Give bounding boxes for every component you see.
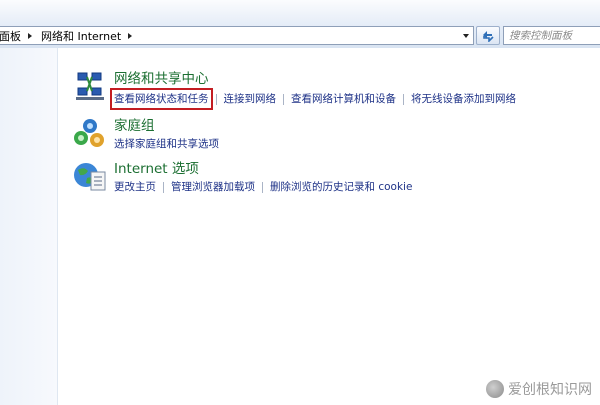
category-title-network-sharing-center[interactable]: 网络和共享中心 bbox=[114, 70, 209, 88]
link-divider bbox=[262, 181, 263, 193]
link-divider bbox=[163, 181, 164, 193]
link-divider bbox=[215, 93, 217, 105]
breadcrumb-network-internet[interactable]: 网络和 Internet bbox=[41, 28, 121, 44]
left-pane bbox=[0, 48, 58, 405]
link-add-wireless-device[interactable]: 将无线设备添加到网络 bbox=[411, 92, 516, 106]
breadcrumb-separator-icon[interactable] bbox=[128, 32, 133, 39]
link-divider bbox=[403, 93, 404, 105]
link-homegroup-sharing-options[interactable]: 选择家庭组和共享选项 bbox=[114, 137, 219, 151]
search-input[interactable]: 搜索控制面板 bbox=[503, 26, 600, 45]
homegroup-icon[interactable] bbox=[72, 117, 108, 151]
refresh-button[interactable] bbox=[476, 26, 500, 45]
link-divider bbox=[283, 93, 284, 105]
watermark: 爱创根知识网 bbox=[486, 379, 592, 399]
network-center-icon[interactable] bbox=[72, 70, 108, 104]
breadcrumb-separator-icon[interactable] bbox=[28, 32, 32, 39]
category-title-homegroup[interactable]: 家庭组 bbox=[114, 117, 155, 135]
navigation-bar: 面板 网络和 Internet 搜索控制面板 bbox=[0, 0, 600, 48]
address-dropdown-icon[interactable] bbox=[459, 27, 473, 44]
link-change-homepage[interactable]: 更改主页 bbox=[114, 180, 156, 194]
refresh-icon bbox=[483, 30, 494, 42]
watermark-logo-icon bbox=[486, 380, 504, 398]
breadcrumb-control-panel[interactable]: 面板 bbox=[0, 28, 21, 44]
link-view-network-status[interactable]: 查看网络状态和任务 bbox=[110, 88, 213, 110]
category-title-internet-options[interactable]: Internet 选项 bbox=[114, 160, 199, 178]
link-delete-history[interactable]: 删除浏览的历史记录和 cookie bbox=[270, 180, 412, 194]
link-manage-addons[interactable]: 管理浏览器加载项 bbox=[171, 180, 255, 194]
watermark-text: 爱创根知识网 bbox=[508, 382, 592, 398]
link-view-network-computers[interactable]: 查看网络计算机和设备 bbox=[291, 92, 396, 106]
link-connect-to-network[interactable]: 连接到网络 bbox=[224, 92, 277, 106]
address-bar[interactable]: 面板 网络和 Internet bbox=[0, 26, 474, 45]
internet-options-icon[interactable] bbox=[72, 160, 108, 194]
